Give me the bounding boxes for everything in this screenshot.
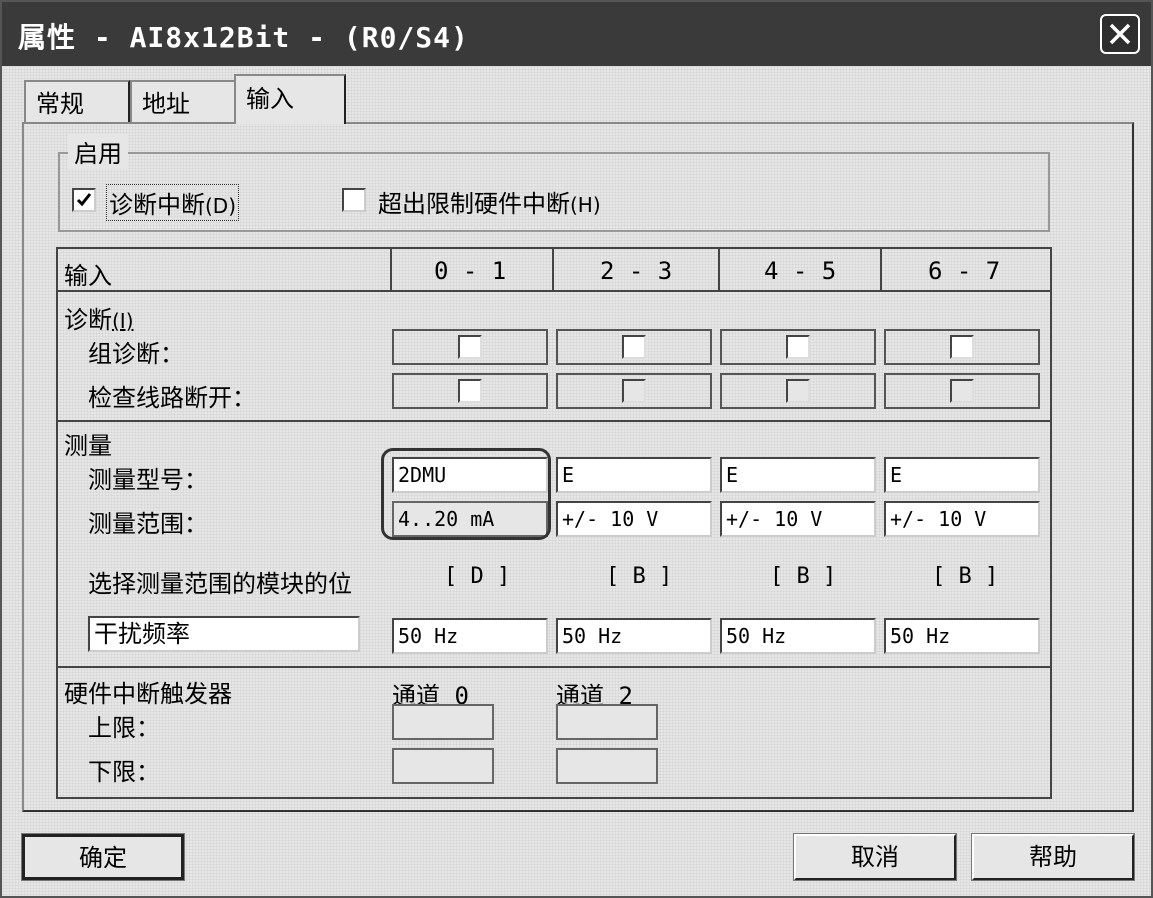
module-position-value: [ B ] <box>932 564 999 589</box>
interference-field[interactable]: 50 Hz <box>392 618 548 654</box>
window-title: 属性 - AI8x12Bit - (R0/S4) <box>18 21 469 54</box>
wire-break-label: 检查线路断开： <box>88 384 256 412</box>
group-diag-checkbox[interactable] <box>786 335 810 359</box>
diag-interrupt-text: 诊断中断 <box>109 191 205 219</box>
module-position-value: [ D ] <box>444 564 511 589</box>
limit-interrupt-label[interactable]: 超出限制硬件中断(H) <box>378 184 601 219</box>
lower-limit-ch0-field[interactable] <box>392 748 494 784</box>
measurement-type-field[interactable]: E <box>720 457 876 493</box>
interference-field[interactable]: 50 Hz <box>884 618 1040 654</box>
measurement-range-field[interactable]: +/- 10 V <box>720 501 876 537</box>
diagnostics-section-title: 诊断(I) <box>64 300 134 335</box>
upper-limit-label: 上限： <box>88 714 160 742</box>
limit-interrupt-hotkey: (H) <box>570 193 601 217</box>
column-header: 4 - 5 <box>764 257 837 285</box>
limit-interrupt-checkbox[interactable] <box>342 188 366 212</box>
column-header: 0 - 1 <box>434 257 507 285</box>
tab-general-label: 常规 <box>36 90 84 118</box>
title-bar[interactable]: 属性 - AI8x12Bit - (R0/S4) <box>2 2 1151 66</box>
interference-field[interactable]: 50 Hz <box>556 618 712 654</box>
column-header: 2 - 3 <box>600 257 673 285</box>
close-icon <box>1109 23 1131 45</box>
checkmark-icon <box>76 193 92 207</box>
group-diag-label: 组诊断： <box>88 340 184 368</box>
tab-input[interactable]: 输入 <box>234 74 346 124</box>
cancel-button[interactable]: 取消 <box>793 833 957 881</box>
enable-group-title: 启用 <box>68 134 128 169</box>
measurement-range-field[interactable]: +/- 10 V <box>556 501 712 537</box>
diag-interrupt-hotkey: (D) <box>205 194 237 218</box>
upper-limit-ch2-field[interactable] <box>556 704 658 740</box>
upper-limit-ch0-field[interactable] <box>392 704 494 740</box>
limit-interrupt-text: 超出限制硬件中断 <box>378 190 570 218</box>
lower-limit-label: 下限： <box>88 758 160 786</box>
lower-limit-ch2-field[interactable] <box>556 748 658 784</box>
measurement-type-field[interactable]: E <box>556 457 712 493</box>
diag-interrupt-label[interactable]: 诊断中断(D) <box>106 184 240 221</box>
divider <box>718 247 720 291</box>
close-button[interactable] <box>1100 14 1140 54</box>
measurement-type-label: 测量型号： <box>88 466 208 494</box>
tab-address-label: 地址 <box>142 90 190 118</box>
group-diag-checkbox[interactable] <box>458 335 482 359</box>
interference-label-field: 干扰频率 <box>88 616 360 652</box>
properties-dialog: 属性 - AI8x12Bit - (R0/S4) 常规 地址 输入 启用 诊断中… <box>0 0 1153 898</box>
measurement-range-label: 测量范围： <box>88 510 208 538</box>
hw-trigger-title: 硬件中断触发器 <box>64 680 232 708</box>
divider <box>880 247 882 291</box>
diagnostics-hotkey: (I) <box>112 309 134 333</box>
ok-button[interactable]: 确定 <box>21 833 185 881</box>
diag-interrupt-checkbox[interactable] <box>72 188 96 212</box>
diagnostics-title: 诊断 <box>64 306 112 334</box>
module-position-value: [ B ] <box>606 564 673 589</box>
group-diag-checkbox[interactable] <box>622 335 646 359</box>
measurement-section-title: 测量 <box>64 432 112 460</box>
divider <box>390 247 392 291</box>
wire-break-checkbox[interactable] <box>622 379 646 403</box>
module-position-value: [ B ] <box>770 564 837 589</box>
wire-break-checkbox[interactable] <box>950 379 974 403</box>
divider <box>56 290 1052 292</box>
interference-field[interactable]: 50 Hz <box>720 618 876 654</box>
measurement-range-field[interactable]: +/- 10 V <box>884 501 1040 537</box>
help-button[interactable]: 帮助 <box>971 833 1135 881</box>
divider <box>56 666 1052 668</box>
module-position-label: 选择测量范围的模块的位 <box>88 570 352 598</box>
wire-break-checkbox[interactable] <box>786 379 810 403</box>
column-header: 6 - 7 <box>928 257 1001 285</box>
tab-general[interactable]: 常规 <box>24 80 130 124</box>
divider <box>552 247 554 291</box>
group-diag-checkbox[interactable] <box>950 335 974 359</box>
measurement-type-field[interactable]: E <box>884 457 1040 493</box>
divider <box>56 420 1052 422</box>
tab-address[interactable]: 地址 <box>130 80 236 124</box>
tab-input-label: 输入 <box>246 85 294 113</box>
table-header-label: 输入 <box>64 262 112 290</box>
wire-break-checkbox[interactable] <box>458 379 482 403</box>
highlight-frame <box>381 448 551 540</box>
